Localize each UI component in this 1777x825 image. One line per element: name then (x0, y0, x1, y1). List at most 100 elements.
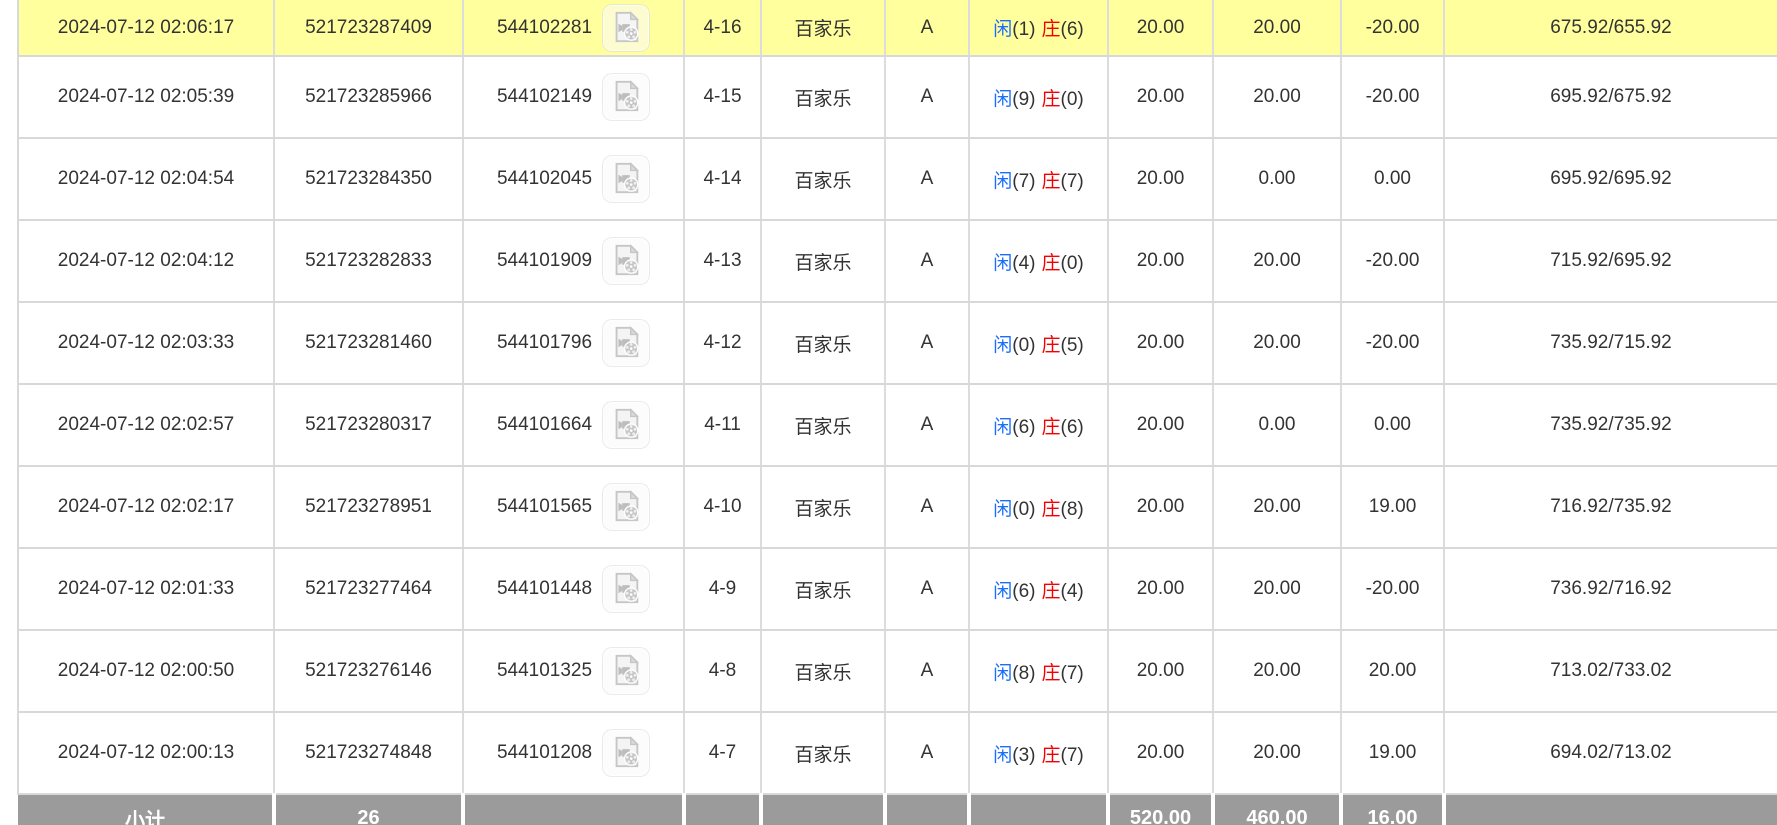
video-record-icon (609, 243, 643, 277)
player-count: (6) (1012, 581, 1035, 602)
bet-amount: 20.00 (1108, 548, 1213, 630)
subtotal-empty-round (463, 794, 684, 825)
subtotal-empty-game (761, 794, 885, 825)
bet-amount: 20.00 (1108, 712, 1213, 794)
table-round: 4-11 (684, 384, 761, 466)
video-replay-button[interactable] (602, 73, 650, 121)
round-id: 544101325 (463, 630, 684, 712)
player-label: 闲 (993, 19, 1012, 40)
player-count: (9) (1012, 89, 1035, 110)
bet-id: 521723278951 (274, 466, 463, 548)
round-id-with-video: 544101325 (497, 647, 650, 695)
subtotal-empty-table (684, 794, 761, 825)
round-id: 544102045 (463, 138, 684, 220)
platform: A (885, 466, 969, 548)
player-count: (3) (1012, 745, 1035, 766)
bet-id: 521723281460 (274, 302, 463, 384)
round-id-number: 544102045 (497, 168, 592, 190)
subtotal-row: 小计 26 520.00 460.00 16.00 (18, 794, 1777, 825)
valid-bet-amount: 20.00 (1213, 220, 1341, 302)
banker-label: 庄 (1042, 663, 1061, 684)
platform: A (885, 548, 969, 630)
bet-row-selected[interactable]: 2024-07-12 02:06:17521723287409544102281… (18, 0, 1777, 56)
bet-row[interactable]: 2024-07-12 02:02:57521723280317544101664… (18, 384, 1777, 466)
video-replay-button[interactable] (602, 565, 650, 613)
round-id-number: 544101565 (497, 496, 592, 518)
game-result: 闲(4)庄(0) (969, 220, 1108, 302)
game-result: 闲(6)庄(4) (969, 548, 1108, 630)
banker-label: 庄 (1042, 89, 1061, 110)
platform: A (885, 220, 969, 302)
game-result: 闲(8)庄(7) (969, 630, 1108, 712)
subtotal-count: 26 (274, 794, 463, 825)
table-round: 4-10 (684, 466, 761, 548)
balance-after-before: 735.92/715.92 (1444, 302, 1777, 384)
game-name: 百家乐 (761, 712, 885, 794)
video-record-icon (609, 735, 643, 769)
video-replay-button[interactable] (602, 647, 650, 695)
bet-time: 2024-07-12 02:02:57 (18, 384, 274, 466)
player-count: (7) (1012, 171, 1035, 192)
bet-row[interactable]: 2024-07-12 02:02:17521723278951544101565… (18, 466, 1777, 548)
balance-after-before: 675.92/655.92 (1444, 0, 1777, 56)
game-name: 百家乐 (761, 138, 885, 220)
valid-bet-amount: 20.00 (1213, 56, 1341, 138)
video-replay-button[interactable] (602, 483, 650, 531)
banker-label: 庄 (1042, 253, 1061, 274)
round-id-with-video: 544102045 (497, 155, 650, 203)
balance-after-before: 713.02/733.02 (1444, 630, 1777, 712)
video-replay-button[interactable] (602, 155, 650, 203)
bet-row[interactable]: 2024-07-12 02:04:54521723284350544102045… (18, 138, 1777, 220)
video-replay-button[interactable] (602, 237, 650, 285)
round-id-number: 544101664 (497, 414, 592, 436)
round-id: 544101208 (463, 712, 684, 794)
game-name: 百家乐 (761, 0, 885, 56)
subtotal-valid-total: 460.00 (1213, 794, 1341, 825)
banker-count: (7) (1061, 663, 1084, 684)
round-id-with-video: 544101664 (497, 401, 650, 449)
bet-row[interactable]: 2024-07-12 02:01:33521723277464544101448… (18, 548, 1777, 630)
balance-after-before: 736.92/716.92 (1444, 548, 1777, 630)
video-record-icon (609, 489, 643, 523)
player-label: 闲 (993, 171, 1012, 192)
platform: A (885, 0, 969, 56)
win-loss: -20.00 (1341, 56, 1444, 138)
bet-row[interactable]: 2024-07-12 02:00:13521723274848544101208… (18, 712, 1777, 794)
bet-row[interactable]: 2024-07-12 02:04:12521723282833544101909… (18, 220, 1777, 302)
bet-time: 2024-07-12 02:05:39 (18, 56, 274, 138)
bet-row[interactable]: 2024-07-12 02:05:39521723285966544102149… (18, 56, 1777, 138)
video-replay-button[interactable] (602, 729, 650, 777)
platform: A (885, 302, 969, 384)
video-replay-button[interactable] (602, 319, 650, 367)
valid-bet-amount: 0.00 (1213, 138, 1341, 220)
bet-row[interactable]: 2024-07-12 02:03:33521723281460544101796… (18, 302, 1777, 384)
banker-label: 庄 (1042, 745, 1061, 766)
banker-count: (6) (1061, 19, 1084, 40)
video-replay-button[interactable] (602, 4, 650, 52)
bet-time: 2024-07-12 02:00:50 (18, 630, 274, 712)
bet-row[interactable]: 2024-07-12 02:00:50521723276146 544101325… (18, 630, 1777, 712)
banker-label: 庄 (1042, 171, 1061, 192)
game-name: 百家乐 (761, 630, 885, 712)
player-label: 闲 (993, 417, 1012, 438)
subtotal-empty-balance (1444, 794, 1777, 825)
video-replay-button[interactable] (602, 401, 650, 449)
subtotal-label: 小计 (18, 794, 274, 825)
player-label: 闲 (993, 745, 1012, 766)
player-count: (0) (1012, 335, 1035, 356)
player-label: 闲 (993, 89, 1012, 110)
video-record-icon (609, 10, 643, 44)
valid-bet-amount: 20.00 (1213, 712, 1341, 794)
bet-id: 521723276146 (274, 630, 463, 712)
video-record-icon (609, 161, 643, 195)
platform: A (885, 384, 969, 466)
balance-after-before: 715.92/695.92 (1444, 220, 1777, 302)
banker-count: (0) (1061, 89, 1084, 110)
bet-records-page: 2024-07-12 02:06:17521723287409544102281… (0, 0, 1777, 825)
video-record-icon (609, 325, 643, 359)
balance-after-before: 694.02/713.02 (1444, 712, 1777, 794)
player-count: (4) (1012, 253, 1035, 274)
win-loss: -20.00 (1341, 548, 1444, 630)
platform: A (885, 630, 969, 712)
balance-after-before: 695.92/675.92 (1444, 56, 1777, 138)
